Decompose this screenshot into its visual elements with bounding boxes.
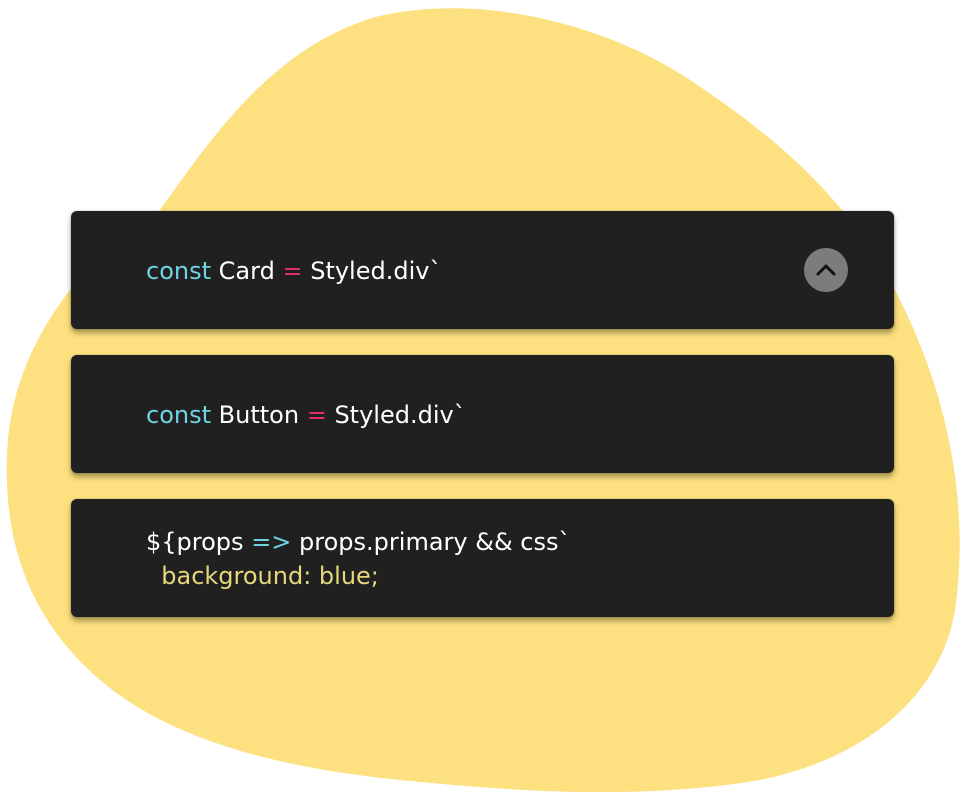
keyword-token: const: [146, 257, 212, 285]
css-rule-token: background: blue;: [161, 562, 379, 590]
keyword-token: const: [146, 401, 212, 429]
operator-token: =: [306, 401, 327, 429]
code-card-card: const Card = Styled.div`: [71, 211, 894, 329]
code-card-button: const Button = Styled.div`: [71, 355, 894, 473]
expression-token: props.primary && css`: [299, 528, 571, 556]
props-token: ${props: [146, 528, 244, 556]
value-token: Styled.div`: [334, 401, 466, 429]
arrow-token: =>: [251, 528, 292, 556]
value-token: Styled.div`: [310, 257, 442, 285]
identifier-token: Card: [218, 257, 275, 285]
code-line: const Button = Styled.div`: [146, 398, 466, 432]
code-line: const Card = Styled.div`: [146, 254, 441, 288]
identifier-token: Button: [218, 401, 300, 429]
collapse-button[interactable]: [804, 248, 848, 292]
code-line: background: blue;: [146, 559, 379, 593]
chevron-up-icon: [816, 264, 836, 276]
code-line: ${props => props.primary && css`: [146, 525, 571, 559]
code-card-props: ${props => props.primary && css` backgro…: [71, 499, 894, 617]
operator-token: =: [282, 257, 303, 285]
